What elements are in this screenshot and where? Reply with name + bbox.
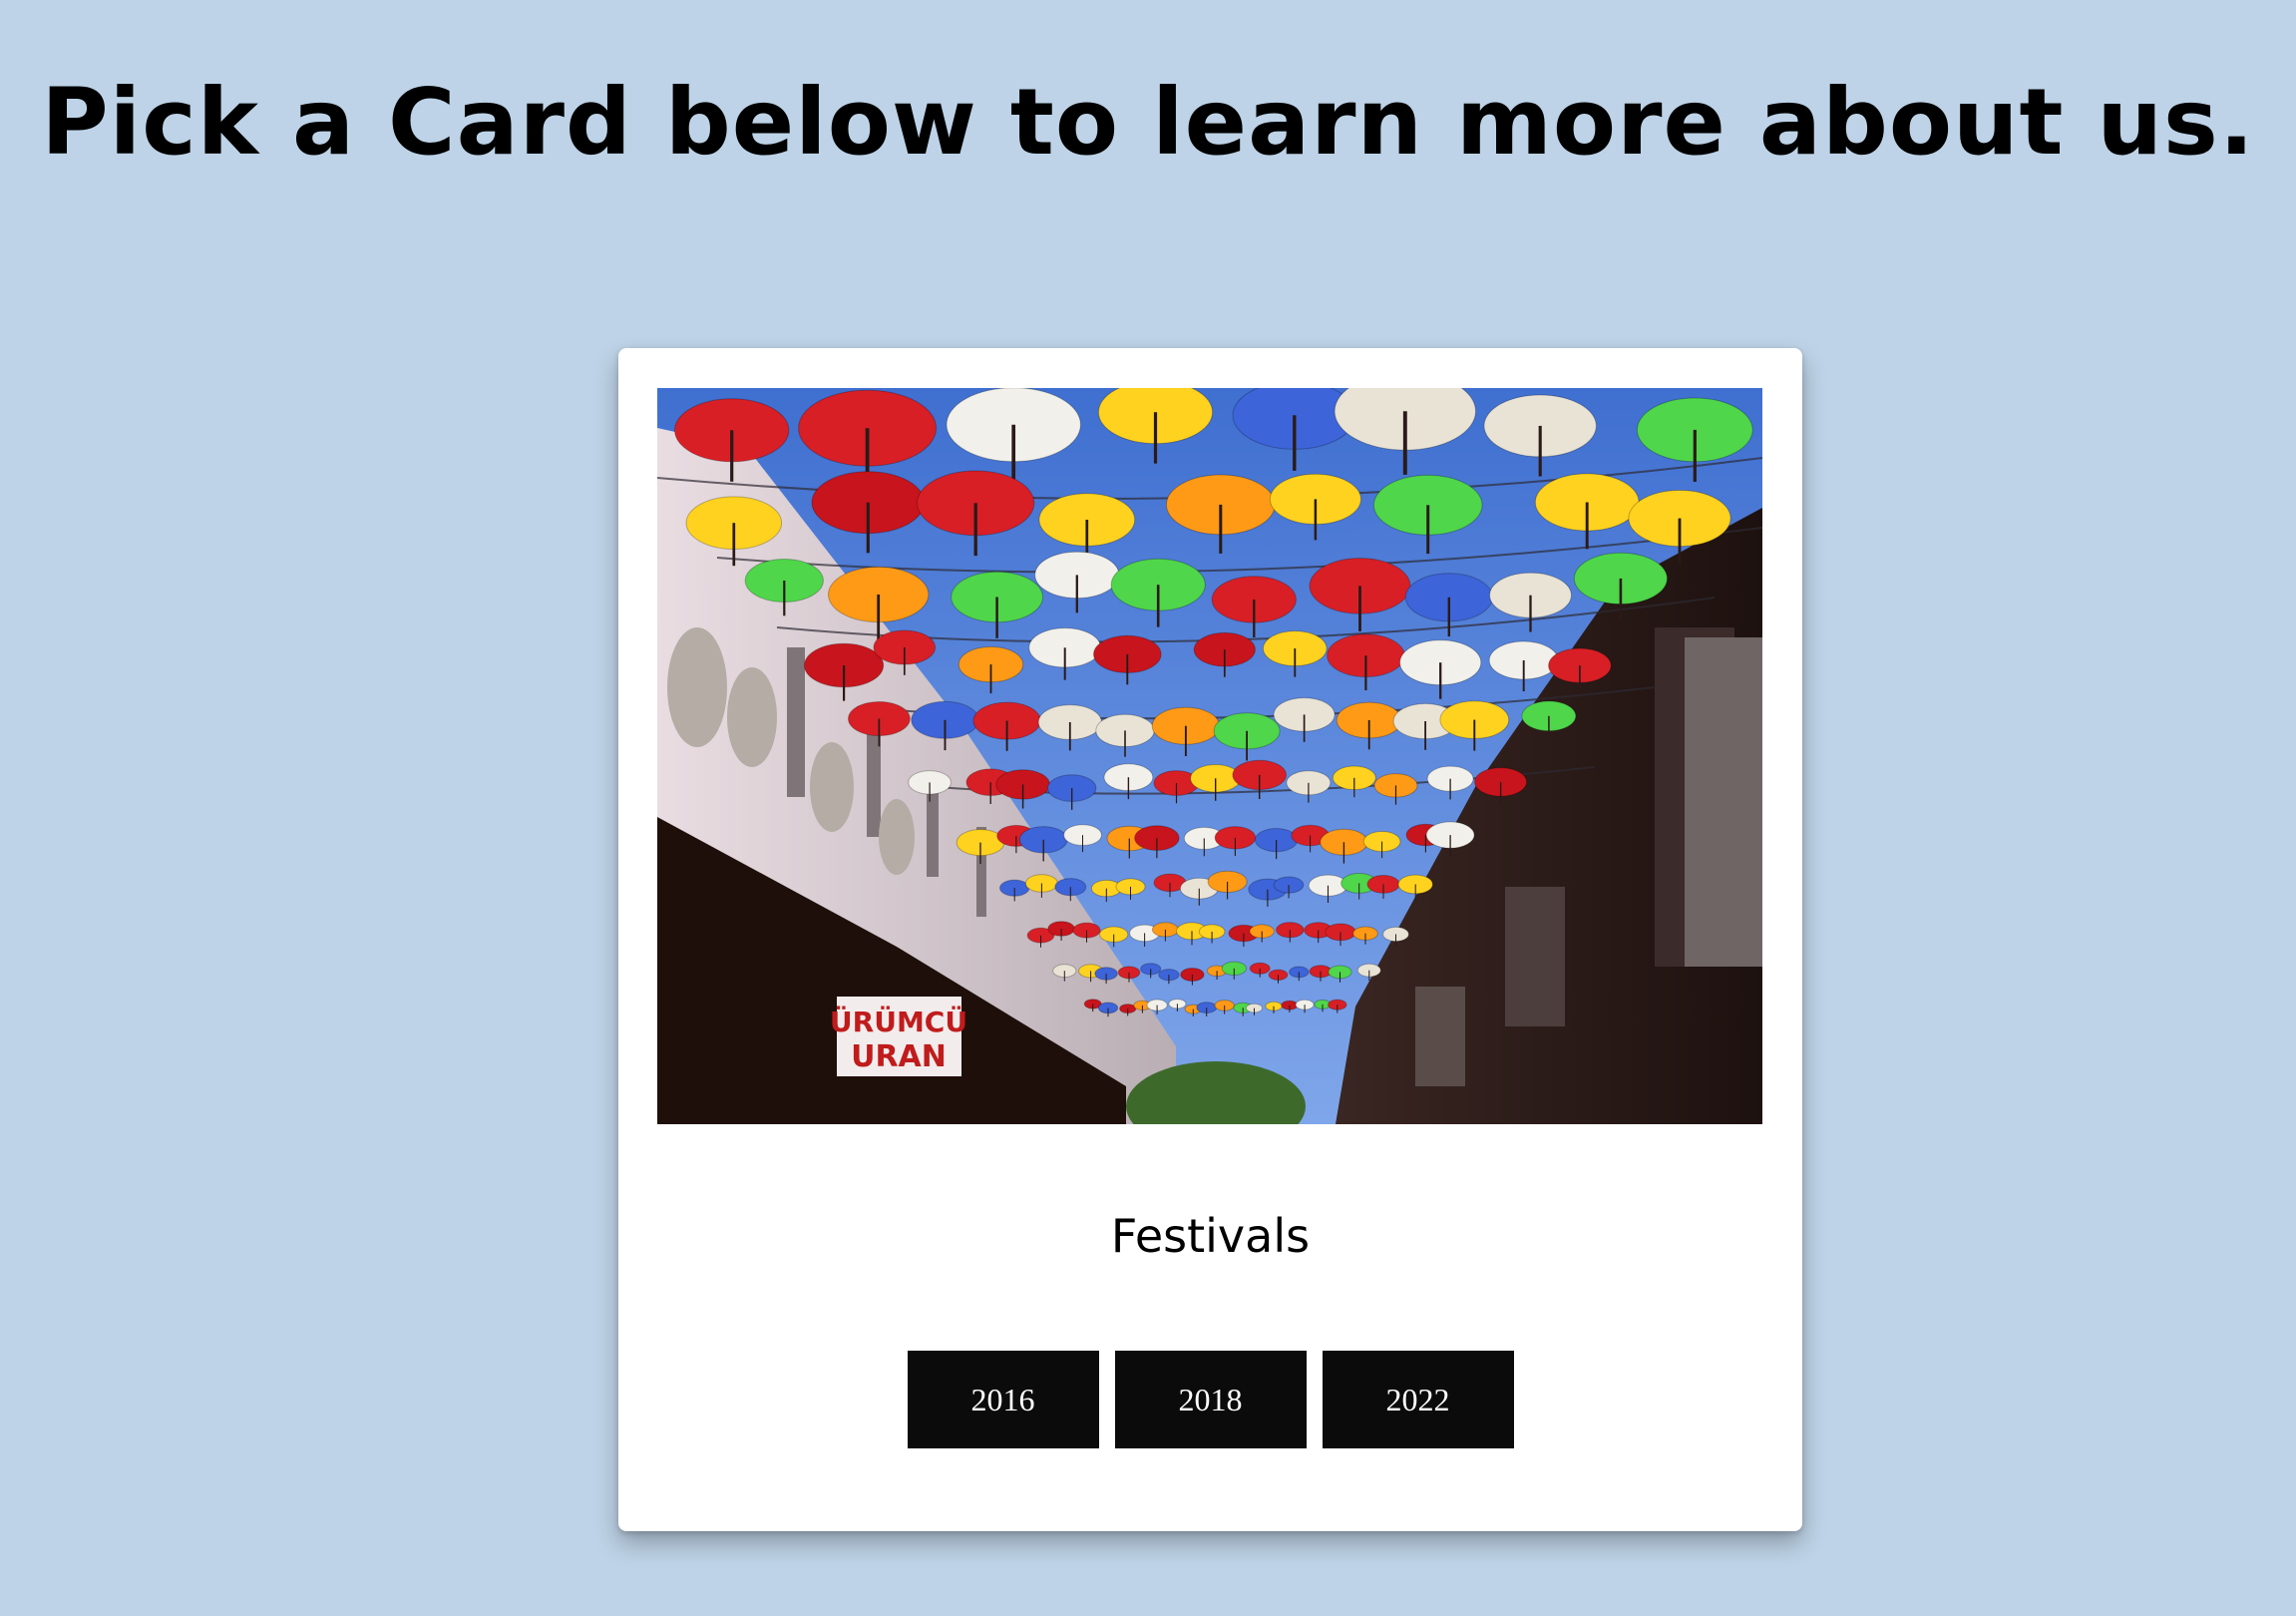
card-image: ÜRÜMCÜ URAN (657, 388, 1762, 1124)
year-2018-button[interactable]: 2018 (1114, 1351, 1307, 1448)
shop-sign-line1: ÜRÜMCÜ (830, 1005, 967, 1038)
year-buttons: 2016 2018 2022 (618, 1351, 1802, 1448)
year-2016-button[interactable]: 2016 (907, 1351, 1099, 1448)
card-title: Festivals (1110, 1209, 1311, 1263)
year-2022-button[interactable]: 2022 (1322, 1351, 1514, 1448)
festivals-card: ÜRÜMCÜ URAN Festivals 2016 2018 2022 (618, 348, 1802, 1531)
umbrellas-photo: ÜRÜMCÜ URAN (657, 388, 1762, 1124)
shop-sign-line2: URAN (851, 1039, 947, 1074)
page-heading: Pick a Card below to learn more about us… (41, 69, 2255, 176)
